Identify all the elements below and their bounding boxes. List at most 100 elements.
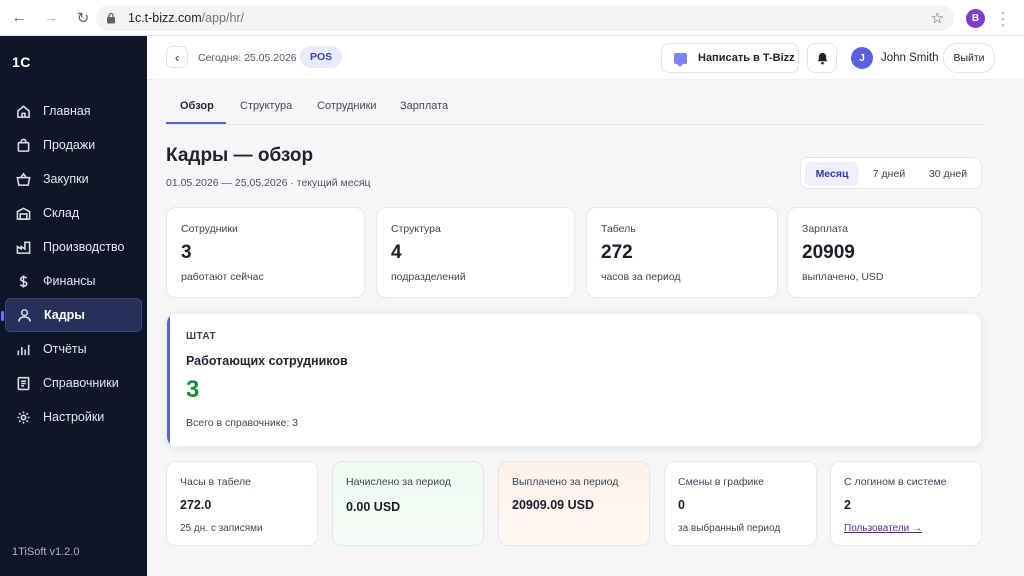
sidebar-item-sales[interactable]: Продажи <box>0 128 147 162</box>
card-paid: Выплачено за период 20909.09 USD <box>498 461 650 546</box>
basket-icon <box>15 171 31 187</box>
sidebar-item-warehouse[interactable]: Склад <box>0 196 147 230</box>
staff-summary-card: ШТАТ Работающих сотрудников 3 Всего в сп… <box>166 313 982 447</box>
user-name[interactable]: John Smith <box>881 52 939 64</box>
tab-salary[interactable]: Зарплата <box>400 100 448 112</box>
period-note: · текущий месяц <box>290 177 371 189</box>
period-month[interactable]: Месяц <box>805 162 859 186</box>
card-value: 272.0 <box>180 498 212 512</box>
back-arrow-icon[interactable]: ← <box>8 7 30 29</box>
card-accrued: Начислено за период 0.00 USD <box>332 461 484 546</box>
chevron-left-icon: ‹ <box>174 49 180 65</box>
bar-chart-icon <box>15 341 31 357</box>
top-bar: ‹ Сегодня: 25.05.2026 POS Написать в T-B… <box>147 36 1024 80</box>
sidebar-item-reports[interactable]: Отчёты <box>0 332 147 366</box>
staff-title: Работающих сотрудников <box>186 354 348 368</box>
sidebar-item-purchases[interactable]: Закупки <box>0 162 147 196</box>
dollar-icon <box>15 273 31 289</box>
kpi-value: 20909 <box>802 242 855 263</box>
logo[interactable]: 1C <box>12 54 31 70</box>
card-label: Начислено за период <box>346 476 451 488</box>
user-icon <box>16 307 32 323</box>
page-title: Кадры — обзор <box>166 145 314 166</box>
sidebar-item-home[interactable]: Главная <box>0 94 147 128</box>
sidebar-item-settings[interactable]: Настройки <box>0 400 147 434</box>
browser-menu-icon[interactable]: · · · <box>998 5 1008 31</box>
kpi-sub: работают сейчас <box>181 271 264 283</box>
sidebar-item-label: Продажи <box>43 138 96 152</box>
sidebar-item-finance[interactable]: Финансы <box>0 264 147 298</box>
forward-arrow-icon[interactable]: → <box>40 7 62 29</box>
bell-icon <box>817 52 827 64</box>
sidebar-item-label: Кадры <box>44 308 85 322</box>
card-users-with-login: С логином в системе 2 Пользователи → <box>830 461 982 546</box>
pos-badge[interactable]: POS <box>300 46 343 68</box>
card-label: Часы в табеле <box>180 476 251 488</box>
period-7-days[interactable]: 7 дней <box>863 162 915 186</box>
reload-icon[interactable]: ↻ <box>72 7 94 29</box>
user-avatar[interactable]: J <box>851 47 873 69</box>
app-version: 1TiSoft v1.2.0 <box>12 546 80 558</box>
kpi-label: Табель <box>601 223 636 235</box>
card-label: С логином в системе <box>844 476 947 488</box>
url-host: 1c.t-bizz.com <box>128 11 202 25</box>
sidebar-item-label: Отчёты <box>43 342 87 356</box>
card-value: 0 <box>678 498 685 512</box>
warehouse-icon <box>15 205 31 221</box>
url-path: /app/hr/ <box>201 11 245 25</box>
profile-avatar[interactable]: B <box>966 9 985 28</box>
sidebar-menu: Главная Продажи Закупки Склад Производст… <box>0 94 147 434</box>
kpi-card-timesheet[interactable]: Табель 272 часов за период <box>586 207 778 298</box>
factory-icon <box>15 239 31 255</box>
staff-caption: ШТАТ <box>186 331 216 342</box>
kpi-label: Зарплата <box>802 223 848 235</box>
logout-button[interactable]: Выйти <box>943 43 995 73</box>
date-range-value: 01.05.2026 — 25.05.2026 <box>166 177 288 189</box>
tab-employees[interactable]: Сотрудники <box>317 100 377 112</box>
kpi-value: 3 <box>181 242 192 263</box>
bookmark-star-icon[interactable]: ☆ <box>931 9 944 27</box>
lock-icon <box>106 12 118 24</box>
notifications-button[interactable] <box>807 43 837 73</box>
kpi-card-structure[interactable]: Структура 4 подразделений <box>376 207 575 298</box>
tab-bar: Обзор Структура Сотрудники Зарплата <box>166 88 982 125</box>
kpi-sub: подразделений <box>391 271 466 283</box>
active-tab-indicator <box>166 122 226 124</box>
card-value: 2 <box>844 498 851 512</box>
users-link[interactable]: Пользователи → <box>844 523 922 534</box>
write-to-tbizz-button[interactable]: Написать в T-Bizz <box>661 43 799 73</box>
period-switch: Месяц 7 дней 30 дней <box>800 157 982 189</box>
back-button[interactable]: ‹ <box>166 46 188 68</box>
sidebar-item-label: Главная <box>43 104 91 118</box>
card-sub: за выбранный период <box>678 523 781 534</box>
address-bar[interactable]: 1c.t-bizz.com/app/hr/ ☆ <box>96 5 954 31</box>
card-shifts: Смены в графике 0 за выбранный период <box>664 461 817 546</box>
browser-toolbar: ← → ↻ 1c.t-bizz.com/app/hr/ ☆ B · · · <box>0 0 1024 36</box>
staff-total-note: Всего в справочнике: 3 <box>186 417 298 429</box>
staff-count: 3 <box>186 376 200 403</box>
card-value: 0.00 USD <box>346 500 401 514</box>
sidebar-item-label: Справочники <box>43 376 119 390</box>
shopping-bag-icon <box>15 137 31 153</box>
sidebar: 1C Главная Продажи Закупки Склад Произво… <box>0 36 147 576</box>
sidebar-item-label: Финансы <box>43 274 96 288</box>
kpi-card-employees[interactable]: Сотрудники 3 работают сейчас <box>166 207 365 298</box>
kpi-card-salary[interactable]: Зарплата 20909 выплачено, USD <box>787 207 982 298</box>
home-icon <box>15 103 31 119</box>
kpi-value: 4 <box>391 242 402 263</box>
kpi-sub: выплачено, USD <box>802 271 884 283</box>
book-icon <box>15 375 31 391</box>
tab-structure[interactable]: Структура <box>240 100 292 112</box>
sidebar-item-label: Настройки <box>43 410 105 424</box>
sidebar-item-hr[interactable]: Кадры <box>1 298 142 332</box>
sidebar-item-references[interactable]: Справочники <box>0 366 147 400</box>
kpi-label: Структура <box>391 223 441 235</box>
card-label: Смены в графике <box>678 476 764 488</box>
card-label: Выплачено за период <box>512 476 619 488</box>
tab-overview[interactable]: Обзор <box>180 100 214 112</box>
sidebar-item-production[interactable]: Производство <box>0 230 147 264</box>
gear-icon <box>15 409 31 425</box>
period-30-days[interactable]: 30 дней <box>919 162 977 186</box>
card-sub: 25 дн. с записями <box>180 523 263 534</box>
kpi-label: Сотрудники <box>181 223 238 235</box>
